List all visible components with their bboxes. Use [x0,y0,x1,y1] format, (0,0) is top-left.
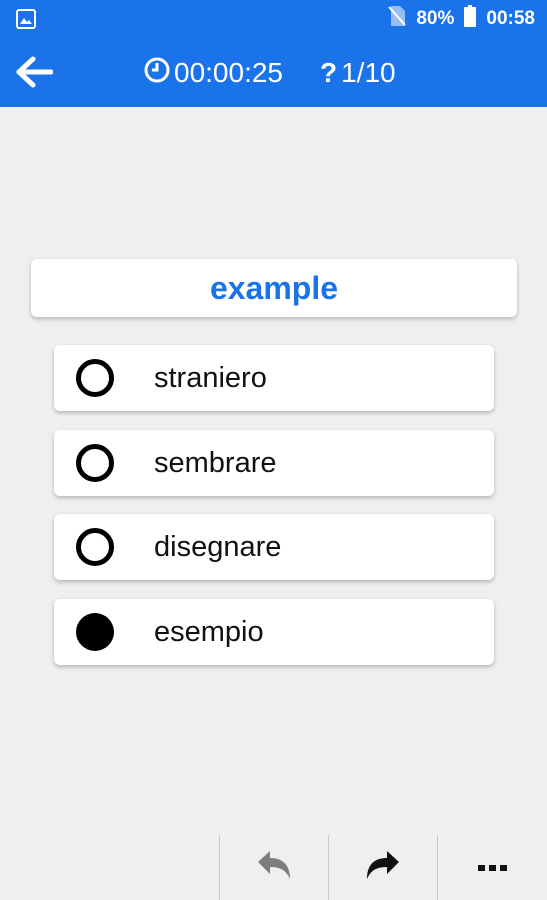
answer-option-label: sembrare [154,446,277,479]
undo-icon [254,848,294,887]
question-mark-icon: ? [320,57,338,88]
more-options-icon [477,859,508,877]
undo-button[interactable] [220,835,328,900]
status-right: 80% 00:58 [388,5,535,33]
status-bar: 80% 00:58 [0,0,547,38]
app-bar: 00:00:25 ? 1/10 [0,38,547,107]
top-bar: 80% 00:58 00:00:25 ? 1/10 [0,0,547,107]
question-word-card: example [31,259,517,317]
progress-value: 1/10 [341,57,396,88]
question-progress: ? 1/10 [320,55,396,91]
radio-unselected-icon[interactable] [76,444,114,482]
timer-value: 00:00:25 [174,57,283,88]
no-sim-icon [388,5,407,33]
redo-icon [363,848,403,887]
clock-icon [144,57,170,90]
answer-option-label: esempio [154,615,264,648]
battery-icon [464,5,477,33]
battery-percent: 80% [416,8,455,29]
answer-option-3[interactable]: disegnare [54,514,494,580]
image-notification-icon [16,9,36,29]
answer-option-2[interactable]: sembrare [54,430,494,496]
radio-unselected-icon[interactable] [76,528,114,566]
status-time: 00:58 [486,8,535,29]
more-options-button[interactable] [438,835,547,900]
question-word: example [209,269,339,306]
back-arrow-icon [15,56,54,93]
radio-unselected-icon[interactable] [76,359,114,397]
bottom-toolbar [0,835,547,900]
answer-option-1[interactable]: straniero [54,345,494,411]
timer: 00:00:25 [144,55,283,91]
answer-option-label: straniero [154,361,267,394]
back-button[interactable] [10,52,58,96]
radio-selected-icon[interactable] [76,613,114,651]
answer-option-4[interactable]: esempio [54,599,494,665]
answer-option-label: disegnare [154,530,282,563]
redo-button[interactable] [329,835,437,900]
